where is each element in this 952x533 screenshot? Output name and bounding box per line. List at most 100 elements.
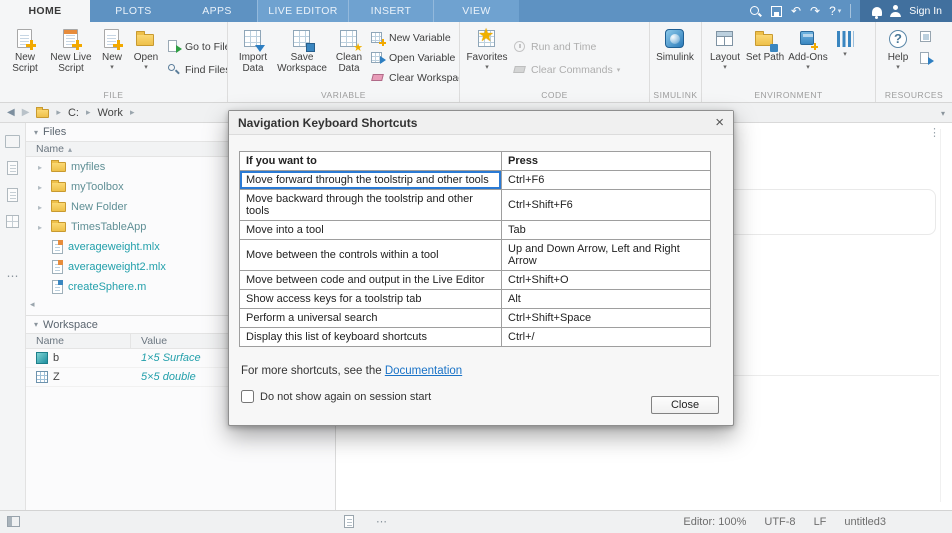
open-folder-icon	[135, 28, 157, 50]
simulink-button[interactable]: Simulink	[654, 26, 696, 63]
panel-menu-icon[interactable]: ⋮	[929, 126, 940, 139]
favorites-label: Favorites	[466, 52, 507, 63]
section-label-code: CODE	[460, 90, 649, 100]
vertical-scrollbar[interactable]	[940, 129, 941, 502]
tab-live-editor[interactable]: LIVE EDITOR	[257, 0, 348, 22]
layout-icon	[714, 28, 736, 50]
section-label-simulink: SIMULINK	[650, 90, 701, 100]
tab-apps[interactable]: APPS	[177, 0, 257, 22]
section-label-file: FILE	[0, 90, 227, 100]
notifications-bell-icon[interactable]	[872, 7, 882, 16]
find-files-button[interactable]: Find Files	[167, 63, 228, 77]
column-if-you-want-to: If you want to	[240, 152, 502, 171]
file-name: createSphere.m	[68, 281, 146, 293]
resources-extra-bottom-button[interactable]	[919, 52, 933, 66]
new-live-script-label: New Live Script	[46, 52, 96, 74]
panel-editor-icon[interactable]	[7, 161, 18, 175]
new-button[interactable]: New ▾	[96, 26, 128, 71]
file-name: myfiles	[71, 161, 105, 173]
tabbar-quick-access: ↶ ↷ ? ▾ Sign In	[749, 0, 952, 22]
forward-button[interactable]: ▶	[22, 107, 30, 118]
simulink-label: Simulink	[656, 52, 694, 63]
tab-home[interactable]: HOME	[0, 0, 90, 22]
panel-files-icon[interactable]	[5, 135, 20, 148]
favorites-button[interactable]: ★ Favorites ▾	[464, 26, 510, 71]
clear-commands-button[interactable]: Clear Commands ▾	[513, 63, 620, 77]
column-label: Value	[141, 335, 167, 347]
document-status-icon[interactable]	[344, 515, 354, 528]
help-button[interactable]: ? Help ▾	[880, 26, 916, 71]
search-icon[interactable]	[749, 5, 762, 18]
clean-data-button[interactable]: ★ Clean Data	[330, 26, 368, 74]
run-and-time-button[interactable]: Run and Time	[513, 40, 620, 54]
shortcut-action: Display this list of keyboard shortcuts	[240, 328, 502, 347]
new-label: New	[102, 52, 122, 63]
back-button[interactable]: ◀	[7, 107, 15, 118]
save-workspace-button[interactable]: Save Workspace	[274, 26, 330, 74]
workspace-panel-title: Workspace	[43, 319, 98, 331]
shortcut-action: Move into a tool	[240, 221, 502, 240]
documentation-link[interactable]: Documentation	[385, 365, 462, 377]
run-and-time-label: Run and Time	[531, 41, 596, 53]
shortcuts-header-row: If you want to Press	[240, 152, 711, 171]
resources-extra-top-button[interactable]	[919, 30, 933, 44]
add-ons-button[interactable]: Add-Ons ▾	[786, 26, 830, 71]
shortcut-row: Show access keys for a toolstrip tab Alt	[240, 290, 711, 309]
clean-data-label: Clean Data	[330, 52, 368, 74]
open-button[interactable]: Open ▾	[128, 26, 164, 71]
user-person-icon[interactable]	[890, 5, 901, 17]
new-variable-button[interactable]: New Variable	[371, 31, 460, 45]
chevron-down-icon: ▾	[617, 66, 621, 74]
section-label-variable: VARIABLE	[228, 90, 459, 100]
breadcrumb-drive[interactable]: C:	[68, 107, 79, 119]
workspace-column-name[interactable]: Name	[26, 334, 131, 348]
open-variable-button[interactable]: Open Variable ▾	[371, 51, 460, 65]
dialog-titlebar[interactable]: Navigation Keyboard Shortcuts ×	[229, 111, 733, 135]
find-files-label: Find Files	[185, 64, 228, 76]
tab-insert[interactable]: INSERT	[348, 0, 433, 22]
go-to-file-button[interactable]: Go to File	[167, 40, 228, 54]
parallel-menu-button[interactable]: ▾	[830, 26, 860, 58]
collapse-icon: ▾	[34, 128, 38, 137]
import-data-button[interactable]: Import Data	[232, 26, 274, 74]
set-path-button[interactable]: Set Path	[744, 26, 786, 63]
close-icon[interactable]: ×	[715, 115, 724, 130]
dont-show-again-checkbox[interactable]	[241, 390, 254, 403]
sort-ascending-icon: ▴	[68, 145, 72, 154]
file-name: TimesTableApp	[71, 221, 146, 233]
save-icon[interactable]	[771, 6, 782, 17]
panel-details-icon[interactable]	[7, 188, 18, 202]
clear-commands-icon	[513, 63, 527, 77]
redo-icon[interactable]: ↷	[810, 0, 820, 22]
panel-more-icon[interactable]: ⋯	[7, 269, 19, 283]
navigation-shortcuts-dialog: Navigation Keyboard Shortcuts × If you w…	[228, 110, 734, 426]
status-bar: ⋯ Editor: 100% UTF-8 LF untitled3	[0, 510, 952, 533]
help-label: Help	[888, 52, 909, 63]
address-bar-collapse-icon[interactable]: ▾	[941, 109, 945, 118]
more-shortcuts-text: For more shortcuts, see the Documentatio…	[241, 365, 733, 377]
layout-toggle-icon[interactable]	[7, 516, 20, 527]
set-path-icon	[754, 28, 776, 50]
clear-workspace-button[interactable]: Clear Workspace ▾	[371, 71, 460, 85]
folder-icon	[51, 202, 66, 212]
shortcut-row: Move forward through the toolstrip and o…	[240, 171, 711, 190]
shortcut-action: Move between code and output in the Live…	[240, 271, 502, 290]
new-variable-label: New Variable	[389, 32, 451, 44]
section-environment: Layout ▾ Set Path Add-Ons ▾ ▾ ENVIRONMEN…	[702, 22, 876, 102]
close-button[interactable]: Close	[651, 396, 719, 414]
quick-help-button[interactable]: ? ▾	[829, 0, 841, 22]
undo-icon[interactable]: ↶	[791, 0, 801, 22]
panel-workspace-icon[interactable]	[6, 215, 19, 228]
resources-grid-icon	[919, 30, 933, 44]
tab-view[interactable]: VIEW	[433, 0, 519, 22]
new-script-button[interactable]: New Script	[4, 26, 46, 74]
breadcrumb-folder[interactable]: Work	[97, 107, 122, 119]
matrix-variable-icon	[36, 371, 48, 383]
find-files-icon	[167, 63, 181, 77]
sign-in-link[interactable]: Sign In	[909, 5, 942, 17]
status-more-icon[interactable]: ⋯	[376, 515, 387, 528]
layout-button[interactable]: Layout ▾	[706, 26, 744, 71]
tab-plots[interactable]: PLOTS	[90, 0, 177, 22]
favorites-icon: ★	[476, 28, 498, 50]
new-live-script-button[interactable]: New Live Script	[46, 26, 96, 74]
